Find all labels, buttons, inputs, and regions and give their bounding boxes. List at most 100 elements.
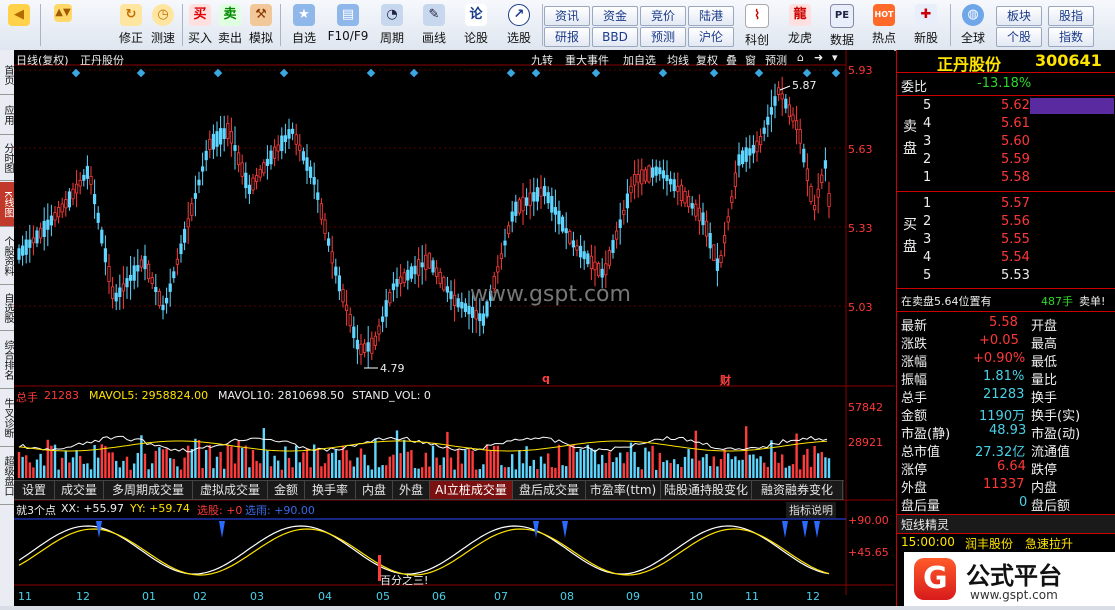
index-button[interactable]: 指数: [1048, 27, 1094, 47]
volume-bar: [118, 467, 121, 478]
bid-row[interactable]: 3 5.55: [897, 232, 1115, 249]
tab-outer[interactable]: 外盘: [393, 481, 430, 499]
left-tab-ranking[interactable]: 综合排名: [0, 332, 14, 389]
watchlist-button[interactable]: ★ 自选: [284, 2, 324, 48]
discuss-button[interactable]: 论 论股: [458, 2, 494, 48]
bid-row[interactable]: 4 5.54: [897, 250, 1115, 267]
volume-bar: [251, 449, 255, 478]
hot-button[interactable]: HOT 热点: [864, 2, 904, 48]
speedtest-button[interactable]: ◷ 测速: [148, 2, 178, 48]
data-button[interactable]: PE 数据: [822, 2, 862, 48]
major-events-button[interactable]: 重大事件: [565, 52, 609, 68]
stockpick-button[interactable]: ↗ 选股: [500, 2, 538, 48]
jiuzhuan-button[interactable]: 九转: [531, 52, 553, 68]
fund-button[interactable]: 资金: [592, 6, 638, 26]
shanghai-london-button[interactable]: 沪伦: [688, 27, 734, 47]
fix-button[interactable]: ↻ 修正: [116, 2, 146, 48]
ask-row[interactable]: 4 5.61: [897, 116, 1115, 133]
bbd-button[interactable]: BBD: [592, 27, 638, 47]
back-button[interactable]: ◀: [2, 2, 36, 48]
overlay-button[interactable]: 叠: [726, 52, 737, 68]
simulate-button[interactable]: ⚒ 模拟: [246, 2, 276, 48]
candle-body: [359, 343, 363, 355]
auction-button[interactable]: 竞价: [640, 6, 686, 26]
left-tab-home[interactable]: 首页: [0, 56, 14, 95]
left-tab-apps[interactable]: 应用: [0, 96, 14, 135]
tab-pe-ttm[interactable]: 市盈率(ttm): [586, 481, 661, 499]
candle-body: [517, 199, 522, 214]
tab-virtual-volume[interactable]: 虚拟成交量: [193, 481, 268, 499]
news-header[interactable]: 短线精灵: [897, 514, 1115, 534]
clock-icon: ◷: [152, 4, 174, 26]
candle-body: [222, 128, 226, 139]
news-item[interactable]: 15:00:00 润丰股份 急速拉升: [897, 535, 1115, 552]
bid-row[interactable]: 5 5.53: [897, 268, 1115, 285]
tab-multi-volume[interactable]: 多周期成交量: [104, 481, 193, 499]
left-tab-watchlist[interactable]: 自选股: [0, 286, 14, 331]
left-tab-diagnosis[interactable]: 牛叉诊断: [0, 390, 14, 447]
predict-button[interactable]: 预测: [765, 52, 787, 68]
volume-bar: [568, 444, 571, 478]
futures-index-button[interactable]: 股指: [1048, 6, 1094, 26]
forecast-button[interactable]: 预测: [640, 27, 686, 47]
sell-button[interactable]: 卖 卖出: [216, 2, 244, 48]
volume-bar: [57, 469, 60, 478]
draw-button[interactable]: ✎ 画线: [414, 2, 454, 48]
left-tab-kline[interactable]: K线图: [0, 182, 14, 227]
f10-button[interactable]: ▤ F10/F9: [326, 2, 370, 48]
candle-body: [737, 154, 741, 166]
event-marker[interactable]: q: [542, 372, 550, 385]
stat-label-right: 换手: [1031, 391, 1058, 406]
toolbar-arrows[interactable]: ▲▼: [44, 2, 82, 48]
volume-bar: [669, 462, 672, 478]
indicator-help-button[interactable]: 指标说明: [786, 502, 836, 518]
tab-inner[interactable]: 内盘: [356, 481, 393, 499]
candle-body: [82, 174, 86, 181]
tab-amount[interactable]: 金额: [268, 481, 305, 499]
chevron-down-icon[interactable]: ▾: [832, 51, 838, 64]
volume-bar: [827, 458, 831, 478]
bid-row[interactable]: 1 5.57: [897, 196, 1115, 213]
star-market-button[interactable]: ⌇ 科创: [738, 2, 776, 48]
tab-ai-volume[interactable]: AI立桩成交量: [430, 481, 513, 499]
home-icon[interactable]: ⌂: [797, 51, 804, 64]
adjust-button[interactable]: 复权: [696, 52, 718, 68]
volume-bar: [813, 446, 816, 478]
ask-row[interactable]: 1 5.58: [897, 170, 1115, 187]
buy-button[interactable]: 买 买入: [186, 2, 214, 48]
period-button[interactable]: ◔ 周期: [372, 2, 412, 48]
kline-chart[interactable]: [14, 50, 894, 606]
new-stock-button[interactable]: ✚ 新股: [906, 2, 946, 48]
tab-after-hours[interactable]: 盘后成交量: [513, 481, 586, 499]
window-button[interactable]: 窗: [745, 52, 756, 68]
left-tab-order-book[interactable]: 超级盘口: [0, 448, 14, 505]
tab-turnover[interactable]: 换手率: [305, 481, 356, 499]
left-tab-profile[interactable]: 个股资料: [0, 228, 14, 285]
news-button[interactable]: 资讯: [544, 6, 590, 26]
volume-bar: [165, 448, 168, 478]
bid-row[interactable]: 2 5.56: [897, 214, 1115, 231]
expand-icon[interactable]: ➜: [814, 51, 823, 64]
sector-button[interactable]: 板块: [996, 6, 1042, 26]
ask-row[interactable]: 3 5.60: [897, 134, 1115, 151]
tab-settings[interactable]: 设置: [14, 481, 55, 499]
dragon-tiger-button[interactable]: 龍 龙虎: [780, 2, 820, 48]
add-watchlist-button[interactable]: 加自选: [623, 52, 656, 68]
tab-northbound[interactable]: 陆股通持股变化: [661, 481, 752, 499]
tab-margin[interactable]: 融资融券变化: [752, 481, 843, 499]
stat-label-right: 内盘: [1031, 481, 1058, 496]
candle-body: [611, 240, 615, 253]
candle-body: [669, 178, 673, 185]
candle-body: [701, 212, 705, 226]
global-button[interactable]: ◍ 全球: [952, 2, 994, 48]
hk-connect-button[interactable]: 陆港: [688, 6, 734, 26]
volume-value: 21283: [44, 389, 79, 402]
ma-button[interactable]: 均线: [667, 52, 689, 68]
ask-level: 5: [923, 98, 932, 113]
left-tab-intraday[interactable]: 分时图: [0, 136, 14, 181]
single-stock-button[interactable]: 个股: [996, 27, 1042, 47]
ask-row[interactable]: 2 5.59: [897, 152, 1115, 169]
finance-marker[interactable]: 财: [720, 372, 731, 388]
tab-volume[interactable]: 成交量: [55, 481, 104, 499]
report-button[interactable]: 研报: [544, 27, 590, 47]
